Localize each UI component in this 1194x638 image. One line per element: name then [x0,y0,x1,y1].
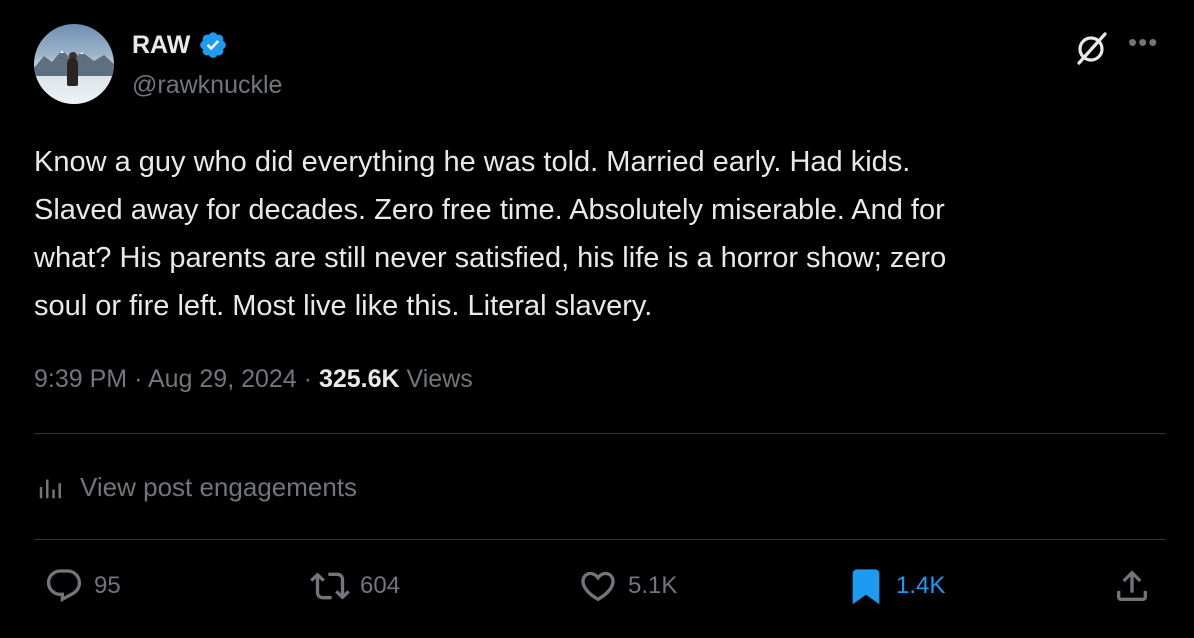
more-icon[interactable]: ••• [1128,29,1164,60]
post-date[interactable]: Aug 29, 2024 [148,365,297,393]
bookmark-count: 1.4K [896,572,946,599]
repost-count: 604 [360,572,401,599]
post-time[interactable]: 9:39 PM [34,365,127,393]
repost-button[interactable]: 604 [310,566,400,606]
meta-separator: · [134,365,143,393]
share-icon [1117,570,1147,601]
display-name[interactable]: RAW [132,30,190,60]
share-button[interactable] [1112,566,1152,606]
divider [34,539,1166,540]
view-engagements-link[interactable]: View post engagements [36,470,357,504]
meta-separator: · [303,365,312,393]
reply-icon [46,569,82,603]
like-icon [581,571,615,602]
grok-icon[interactable] [1072,28,1112,68]
bookmark-button[interactable]: 1.4K [846,566,945,606]
repost-icon [310,572,350,600]
like-count: 5.1K [628,572,678,599]
reply-count: 95 [94,572,121,599]
reply-button[interactable]: 95 [44,566,121,606]
view-engagements-label[interactable]: View post engagements [80,470,357,504]
analytics-icon [39,479,61,499]
post-meta: 9:39 PM · Aug 29, 2024 · 325.6K Views [34,362,473,396]
bookmark-icon [852,569,880,605]
avatar-figure [67,58,78,86]
verified-badge-icon[interactable] [198,30,228,60]
like-button[interactable]: 5.1K [578,566,677,606]
divider [34,433,1166,434]
views-count: 325.6K [318,365,400,393]
avatar[interactable] [34,24,114,104]
post-detail: RAW @rawknuckle ••• Know a guy who did e… [0,0,1194,638]
author-name-row[interactable]: RAW [132,30,228,60]
post-text: Know a guy who did everything he was tol… [34,146,947,322]
author-handle[interactable]: @rawknuckle [132,70,282,100]
views-label: Views [406,365,473,393]
